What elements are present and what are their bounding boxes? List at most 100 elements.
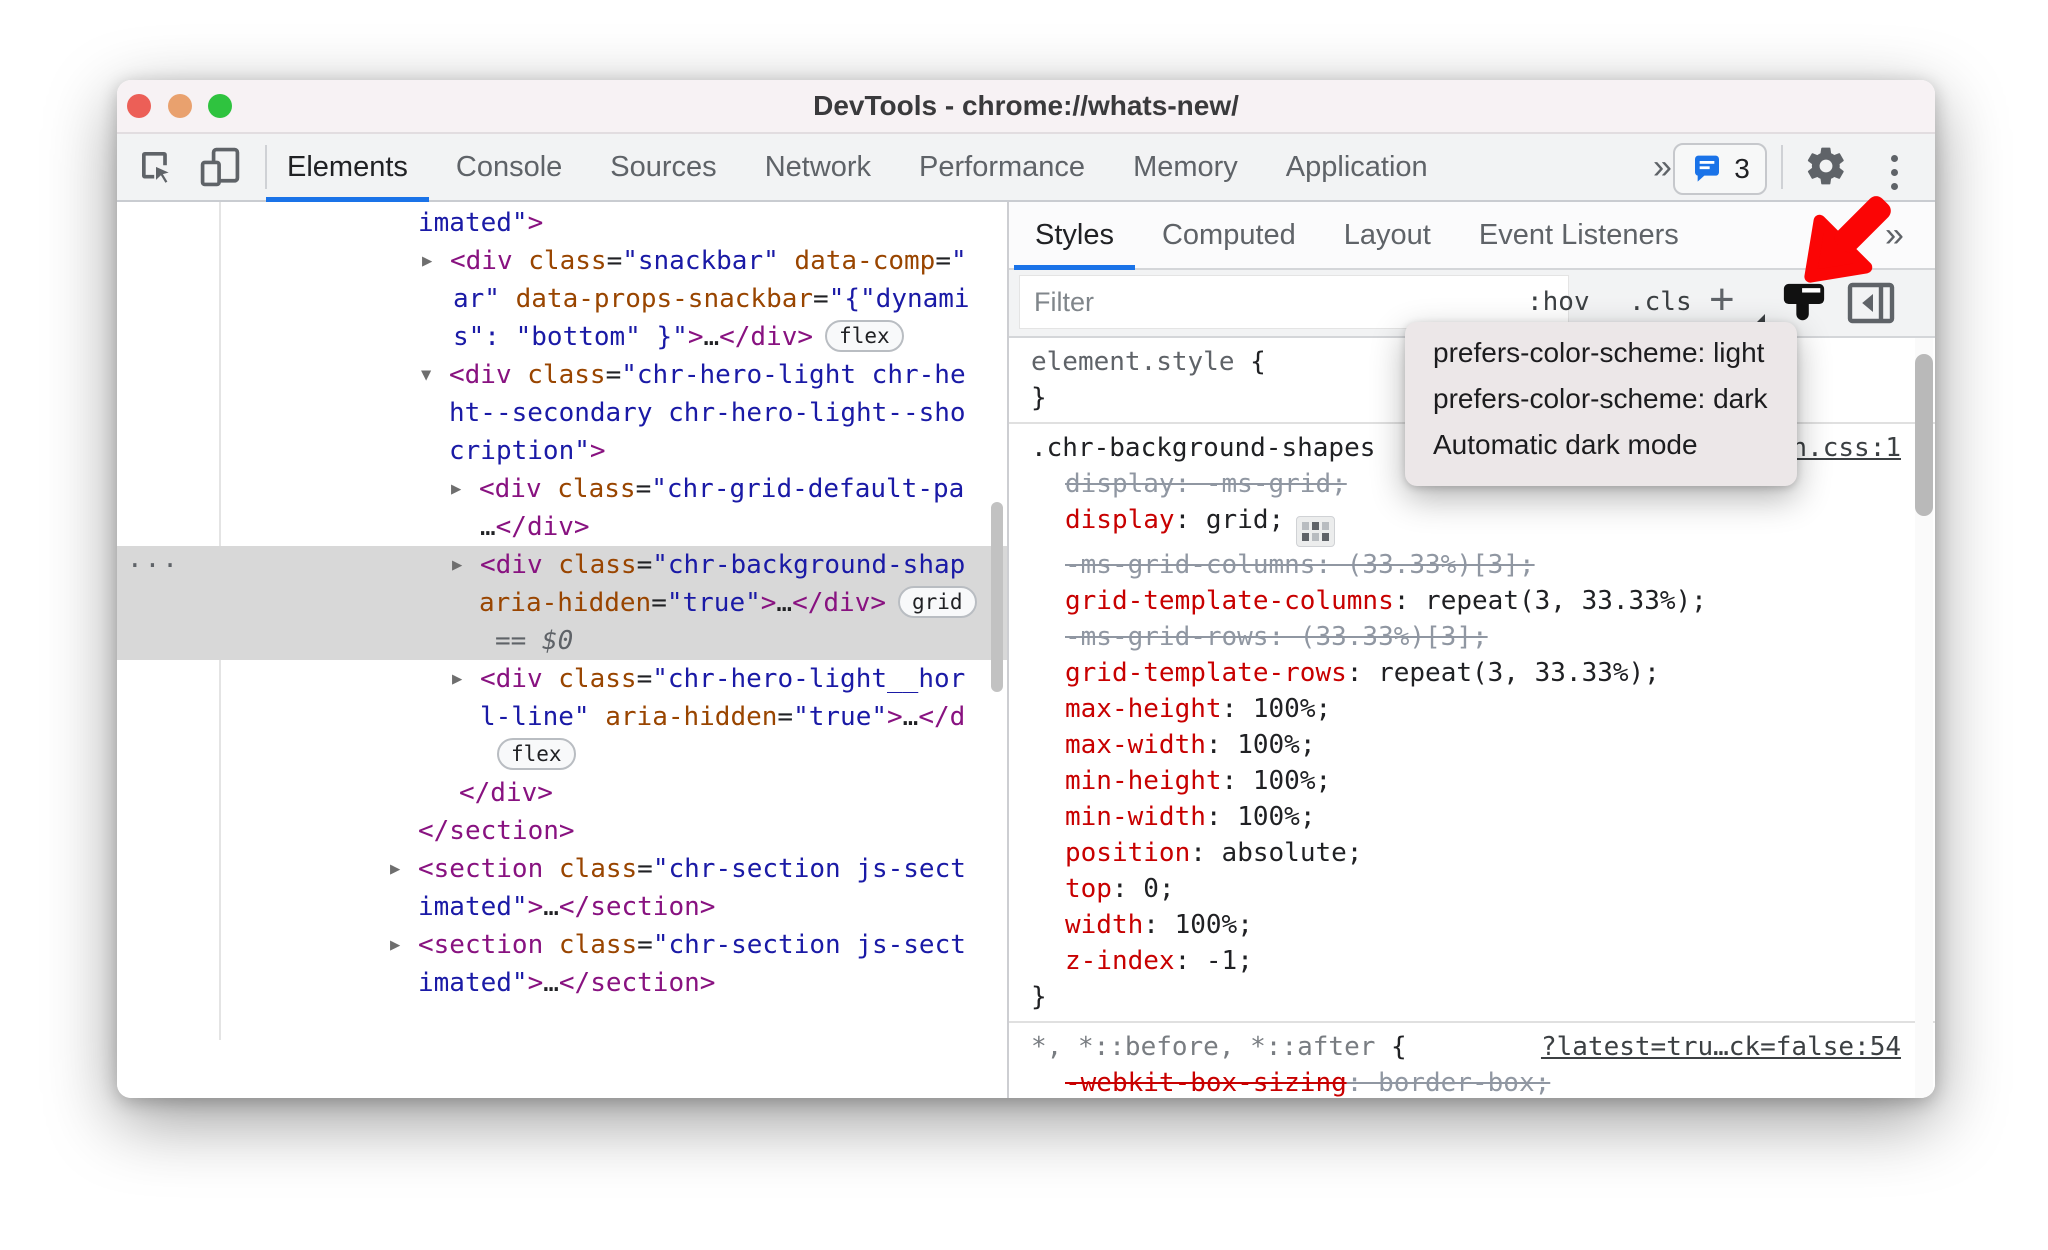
code-token: aria-hidden	[605, 702, 778, 732]
node-options-dots[interactable]: ...	[127, 540, 180, 578]
css-line[interactable]: min-width: 100%;	[1009, 799, 1935, 835]
css-rule-section: .chr-background-shapes n.css:1 display: -m…	[1009, 424, 1935, 1023]
css-line[interactable]: -ms-grid-rows: (33.33%)[3];	[1009, 619, 1935, 655]
code-token: ==	[495, 626, 542, 656]
main-tab-strip: Elements Console Sources Network Performance…	[263, 134, 1452, 202]
dom-tree-line[interactable]: l-line" aria-hidden="true">…</d	[117, 698, 1007, 736]
code-token: "true"	[666, 588, 761, 618]
grid-editor-icon[interactable]	[1296, 516, 1336, 547]
code-token: </div>	[719, 322, 814, 352]
dom-tree-line[interactable]: == $0	[117, 622, 1007, 660]
styles-filter-input[interactable]	[1019, 275, 1569, 329]
flex-badge[interactable]: flex	[497, 738, 576, 770]
expand-closed-arrow-icon[interactable]: ▶	[452, 546, 462, 584]
tab-application[interactable]: Application	[1262, 134, 1452, 200]
code-token: "	[950, 246, 967, 276]
expand-closed-arrow-icon[interactable]: ▶	[390, 926, 400, 964]
dom-tree-line[interactable]: ▶ <div class="snackbar" data-comp="	[117, 242, 1007, 280]
dom-tree-line[interactable]: ar" data-props-snackbar="{"dynami	[117, 280, 1007, 318]
code-token: top	[1065, 874, 1112, 904]
vertical-scrollbar-thumb[interactable]	[991, 502, 1003, 692]
dom-tree-line[interactable]: …</div>	[117, 508, 1007, 546]
css-line[interactable]: z-index: -1;	[1009, 943, 1935, 979]
sidebar-tab-layout[interactable]: Layout	[1320, 202, 1455, 268]
code-token: =	[605, 360, 622, 390]
dom-tree-line[interactable]: ▶ <section class="chr-section js-sect	[117, 850, 1007, 888]
notification-count: 3	[1734, 153, 1750, 184]
css-line[interactable]: display: grid;	[1009, 502, 1935, 547]
code-token: …	[776, 588, 793, 618]
dom-tree-line[interactable]: </section>	[117, 812, 1007, 850]
code-token: 100%;	[1252, 694, 1332, 724]
css-line[interactable]: -ms-grid-columns: (33.33%)[3];	[1009, 547, 1935, 583]
expand-closed-arrow-icon[interactable]: ▶	[390, 850, 400, 888]
code-token: <div	[480, 664, 543, 694]
dom-tree-line[interactable]: flex	[117, 736, 1007, 774]
dom-tree-line[interactable]: ▶... <div class="chr-background-shap	[117, 544, 1007, 584]
stylesheet-link[interactable]: n.css:1	[1791, 430, 1901, 466]
code-token: *, *::before, *::after	[1031, 1032, 1376, 1062]
css-line[interactable]: max-width: 100%;	[1009, 727, 1935, 763]
css-line[interactable]: *, *::before, *::after {?latest=tru…ck=f…	[1009, 1029, 1935, 1065]
code-token: <section	[418, 930, 544, 960]
dom-tree-line[interactable]: imated">…</section>	[117, 888, 1007, 926]
grid-badge[interactable]: grid	[898, 586, 977, 618]
dom-tree-line[interactable]: imated">	[117, 204, 1007, 242]
css-line[interactable]: grid-template-rows: repeat(3, 33.33%);	[1009, 655, 1935, 691]
dom-tree-line[interactable]: imated">…</section>	[117, 964, 1007, 1002]
css-line[interactable]: position: absolute;	[1009, 835, 1935, 871]
sidebar-tab-event-listeners[interactable]: Event Listeners	[1455, 202, 1703, 268]
code-token: 100%;	[1237, 802, 1316, 832]
css-line[interactable]: min-height: 100%;	[1009, 763, 1935, 799]
code-token: :	[1393, 586, 1426, 616]
css-line[interactable]: -webkit-box-sizing: border-box;	[1009, 1065, 1935, 1098]
dom-tree-line[interactable]: cription">	[117, 432, 1007, 470]
code-token: <div	[479, 474, 542, 504]
css-line[interactable]: grid-template-columns: repeat(3, 33.33%)…	[1009, 583, 1935, 619]
expand-closed-arrow-icon[interactable]: ▶	[451, 470, 461, 508]
expand-closed-arrow-icon[interactable]: ▶	[422, 242, 432, 280]
code-token: "chr-hero-light__hor	[652, 664, 966, 694]
css-line[interactable]: width: 100%;	[1009, 907, 1935, 943]
code-token: 100%;	[1174, 910, 1253, 940]
tab-performance[interactable]: Performance	[895, 134, 1109, 200]
flex-badge[interactable]: flex	[825, 320, 904, 352]
tab-elements[interactable]: Elements	[263, 134, 432, 202]
vertical-scrollbar-thumb[interactable]	[1915, 354, 1933, 516]
code-token: 100%;	[1252, 766, 1332, 796]
stylesheet-link[interactable]: ?latest=tru…ck=false:54	[1541, 1029, 1901, 1065]
css-line[interactable]: max-height: 100%;	[1009, 691, 1935, 727]
dom-tree-line[interactable]: ▶ <div class="chr-grid-default-pa	[117, 470, 1007, 508]
dom-tree-line[interactable]: ▶ <section class="chr-section js-sect	[117, 926, 1007, 964]
sidebar-tab-computed[interactable]: Computed	[1138, 202, 1320, 268]
tab-memory[interactable]: Memory	[1109, 134, 1262, 200]
dropdown-item[interactable]: Automatic dark mode	[1405, 422, 1797, 468]
dom-tree-line[interactable]: ▶ <div class="chr-hero-light__hor	[117, 660, 1007, 698]
tab-network[interactable]: Network	[741, 134, 895, 200]
code-token: position	[1065, 838, 1191, 868]
css-line[interactable]: }	[1009, 979, 1935, 1015]
code-token: imated"	[418, 892, 528, 922]
dom-tree-line[interactable]: ht--secondary chr-hero-light--sho	[117, 394, 1007, 432]
tab-console[interactable]: Console	[432, 134, 586, 200]
css-line[interactable]: top: 0;	[1009, 871, 1935, 907]
inspect-element-icon[interactable]	[133, 144, 179, 190]
dom-tree-line[interactable]: s": "bottom" }">…</div> flex	[117, 318, 1007, 356]
expand-open-arrow-icon[interactable]: ▼	[421, 356, 431, 394]
dom-tree-line[interactable]: aria-hidden="true">…</div> grid	[117, 584, 1007, 622]
dom-tree-line[interactable]: ▼ <div class="chr-hero-light chr-he	[117, 356, 1007, 394]
dropdown-item[interactable]: prefers-color-scheme: dark	[1405, 376, 1797, 422]
tab-sources[interactable]: Sources	[586, 134, 740, 200]
code-token: "chr-background-shap	[652, 550, 966, 580]
code-token: -1;	[1205, 946, 1253, 976]
sidebar-tab-styles[interactable]: Styles	[1011, 202, 1138, 270]
elements-tree-panel: imated"> ▶ <div class="snackbar" data-comp…	[117, 202, 1009, 1098]
code-token: "chr-section js-sect	[652, 930, 966, 960]
dropdown-item[interactable]: prefers-color-scheme: light	[1405, 330, 1797, 376]
feedback-chat-button[interactable]: 3	[1673, 143, 1767, 195]
expand-closed-arrow-icon[interactable]: ▶	[452, 660, 462, 698]
device-toolbar-icon[interactable]	[197, 144, 243, 190]
dom-tree-line[interactable]: </div>	[117, 774, 1007, 812]
